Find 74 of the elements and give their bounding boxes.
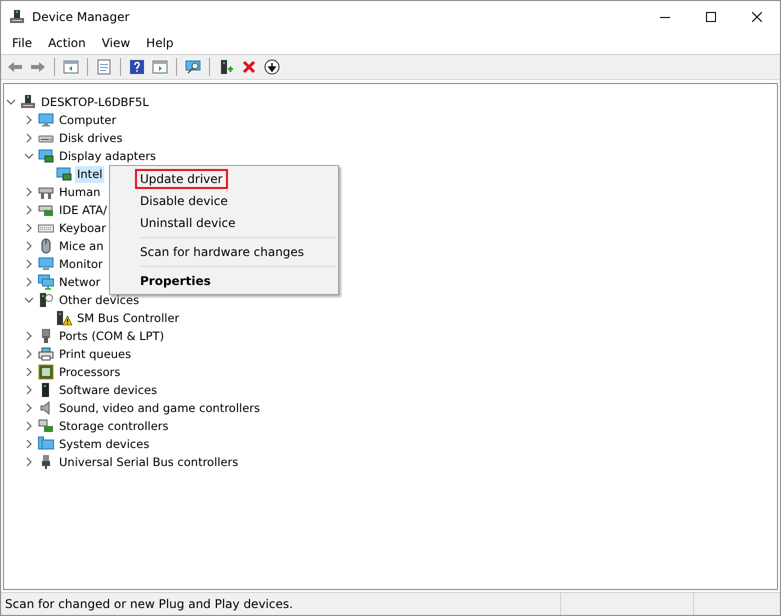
expand-chevron-icon[interactable] bbox=[24, 457, 34, 467]
monitor-magnifier-icon bbox=[185, 59, 201, 75]
tree-item[interactable]: System devices bbox=[57, 436, 152, 452]
window-title: Device Manager bbox=[32, 10, 130, 24]
expand-chevron-icon[interactable] bbox=[24, 115, 34, 125]
x-icon bbox=[241, 59, 257, 75]
tree-item[interactable]: Ports (COM & LPT) bbox=[57, 328, 166, 344]
down-arrow-circle-icon bbox=[264, 59, 280, 75]
expand-chevron-icon[interactable] bbox=[24, 241, 34, 251]
collapse-chevron-icon[interactable] bbox=[24, 151, 34, 161]
tree-item[interactable]: Intel bbox=[75, 166, 104, 182]
help-button[interactable] bbox=[127, 57, 147, 77]
monitor-icon bbox=[38, 112, 54, 128]
card-icon bbox=[38, 148, 54, 164]
tree-item[interactable]: Sound, video and game controllers bbox=[57, 400, 262, 416]
expand-chevron-icon[interactable] bbox=[24, 331, 34, 341]
expand-chevron-icon[interactable] bbox=[24, 205, 34, 215]
device-warning-icon bbox=[56, 310, 72, 326]
expand-chevron-icon[interactable] bbox=[24, 349, 34, 359]
printer-icon bbox=[38, 346, 54, 362]
window-icon bbox=[152, 59, 168, 75]
tree-item[interactable]: Storage controllers bbox=[57, 418, 171, 434]
tree-item[interactable]: DESKTOP-L6DBF5L bbox=[39, 94, 151, 110]
tree-item[interactable]: Print queues bbox=[57, 346, 134, 362]
tree-item[interactable]: Other devices bbox=[57, 292, 142, 308]
computer-icon bbox=[20, 94, 36, 110]
menu-item[interactable]: File bbox=[4, 34, 40, 52]
card-icon bbox=[56, 166, 72, 182]
menu-item[interactable]: Update driver bbox=[135, 169, 228, 189]
forward-arrow-icon bbox=[30, 59, 46, 75]
tree-item[interactable]: Human bbox=[57, 184, 102, 200]
network-icon bbox=[38, 274, 54, 290]
tree-item[interactable]: SM Bus Controller bbox=[75, 310, 182, 326]
expand-chevron-icon[interactable] bbox=[24, 133, 34, 143]
collapse-chevron-icon[interactable] bbox=[24, 295, 34, 305]
tree-item[interactable]: Software devices bbox=[57, 382, 160, 398]
tree-item[interactable]: Networ bbox=[57, 274, 102, 290]
tree-item[interactable]: Processors bbox=[57, 364, 122, 380]
update-button[interactable] bbox=[262, 57, 282, 77]
tree-item[interactable]: Disk drives bbox=[57, 130, 124, 146]
menu-item[interactable]: Scan for hardware changes bbox=[135, 242, 310, 262]
expand-chevron-icon[interactable] bbox=[24, 421, 34, 431]
menu-item[interactable]: View bbox=[94, 34, 138, 52]
tree-item[interactable]: Computer bbox=[57, 112, 118, 128]
tree-item[interactable]: Monitor bbox=[57, 256, 105, 272]
tree-item[interactable]: Mice an bbox=[57, 238, 106, 254]
app-icon bbox=[9, 8, 25, 24]
tree-item[interactable]: IDE ATA/ bbox=[57, 202, 110, 218]
maximize-icon bbox=[706, 12, 716, 22]
expand-chevron-icon[interactable] bbox=[24, 385, 34, 395]
document-icon bbox=[96, 59, 112, 75]
back-arrow-icon bbox=[7, 59, 23, 75]
expand-chevron-icon[interactable] bbox=[24, 277, 34, 287]
expand-chevron-icon[interactable] bbox=[24, 187, 34, 197]
chip-icon bbox=[38, 364, 54, 380]
menu-item[interactable]: Properties bbox=[135, 271, 216, 291]
expand-chevron-icon[interactable] bbox=[24, 367, 34, 377]
tree-item[interactable]: Keyboar bbox=[57, 220, 108, 236]
menu-item[interactable]: Disable device bbox=[135, 191, 233, 211]
expand-chevron-icon[interactable] bbox=[24, 223, 34, 233]
menu-item[interactable]: Help bbox=[138, 34, 182, 52]
expand-chevron-icon[interactable] bbox=[24, 403, 34, 413]
monitor-icon bbox=[38, 256, 54, 272]
menu-item[interactable]: Uninstall device bbox=[135, 213, 241, 233]
tree-item[interactable]: Universal Serial Bus controllers bbox=[57, 454, 240, 470]
menu-item[interactable]: Action bbox=[40, 34, 94, 52]
expand-chevron-icon[interactable] bbox=[24, 439, 34, 449]
help-icon bbox=[129, 59, 145, 75]
collapse-chevron-icon[interactable] bbox=[6, 97, 16, 107]
tree-item[interactable]: Display adapters bbox=[57, 148, 158, 164]
window-icon bbox=[63, 59, 79, 75]
expand-chevron-icon[interactable] bbox=[24, 259, 34, 269]
close-icon bbox=[752, 12, 762, 22]
status-text: Scan for changed or new Plug and Play devices. bbox=[5, 597, 293, 611]
